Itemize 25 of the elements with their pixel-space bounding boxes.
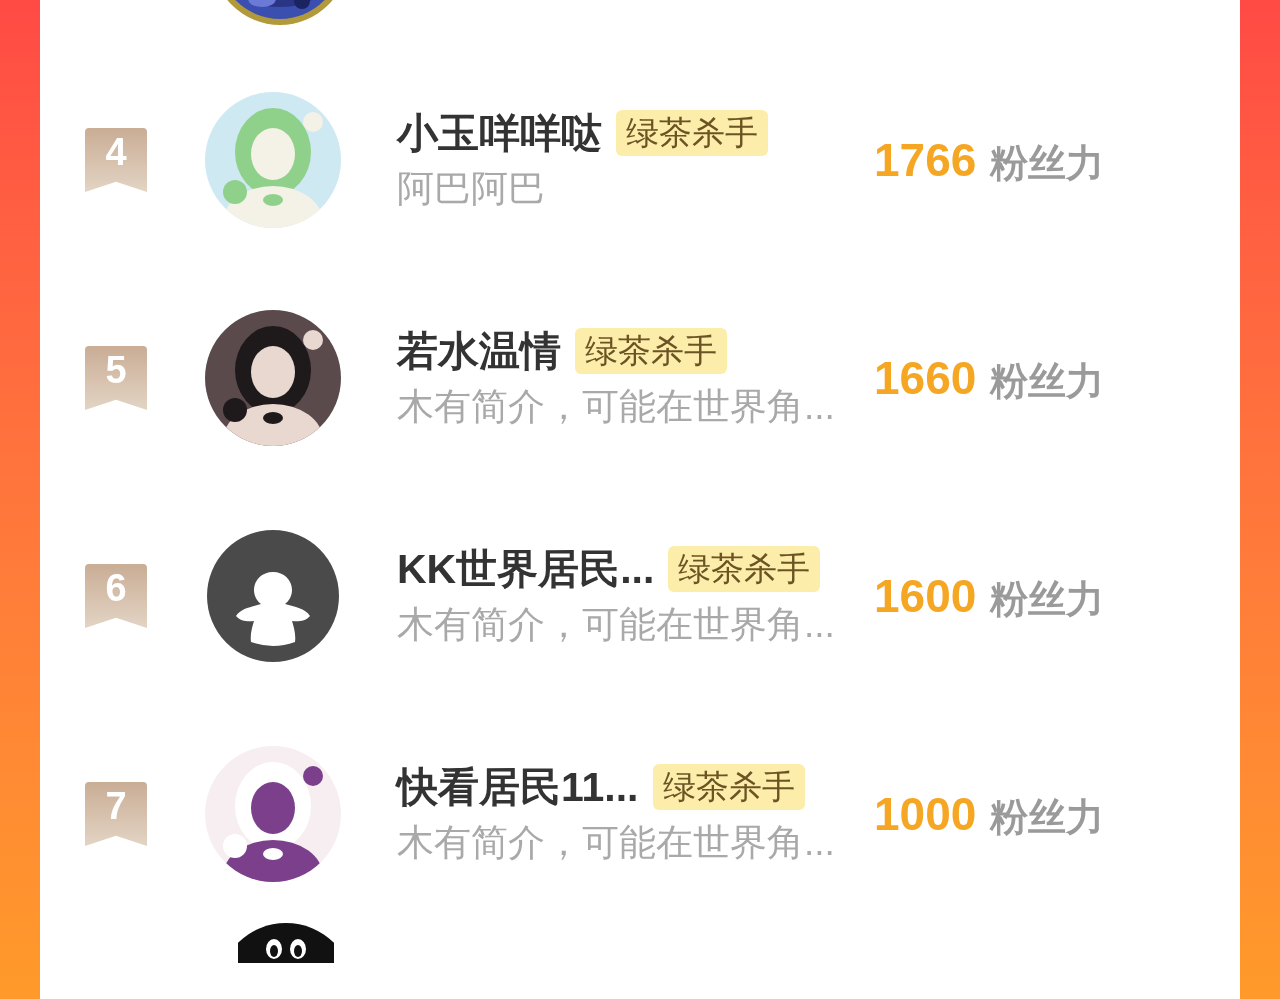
rank-badge: 6 [85,564,147,628]
rank-badge: 7 [85,782,147,846]
user-bio: 木有简介，可能在世界角... [397,821,836,865]
user-name: 若水温情 [397,327,561,376]
user-name: 快看居民11... [397,763,639,812]
score-unit: 粉丝力 [990,794,1105,840]
rank-badge: 4 [85,128,147,192]
title-tag: 绿茶杀手 [668,546,821,592]
title-tag: 绿茶杀手 [652,764,805,810]
person-icon [207,530,339,662]
user-name: 小玉咩咩哒 [397,109,602,158]
title-tag: 绿茶杀手 [616,110,768,156]
title-tag: 绿茶杀手 [575,328,727,374]
score-unit: 粉丝力 [990,576,1105,622]
score-value: 1660 [874,350,977,406]
score-value: 1000 [874,786,977,842]
score-value: 1600 [874,568,977,624]
score-unit: 粉丝力 [990,140,1105,186]
rank-badge: 5 [85,346,147,410]
user-bio: 阿巴阿巴 [397,167,546,211]
user-bio: 木有简介，可能在世界角... [397,385,836,429]
user-name: KK世界居民... [397,545,655,594]
user-bio: 木有简介，可能在世界角... [397,603,836,647]
score-value: 1766 [874,132,977,188]
score-unit: 粉丝力 [990,358,1105,404]
